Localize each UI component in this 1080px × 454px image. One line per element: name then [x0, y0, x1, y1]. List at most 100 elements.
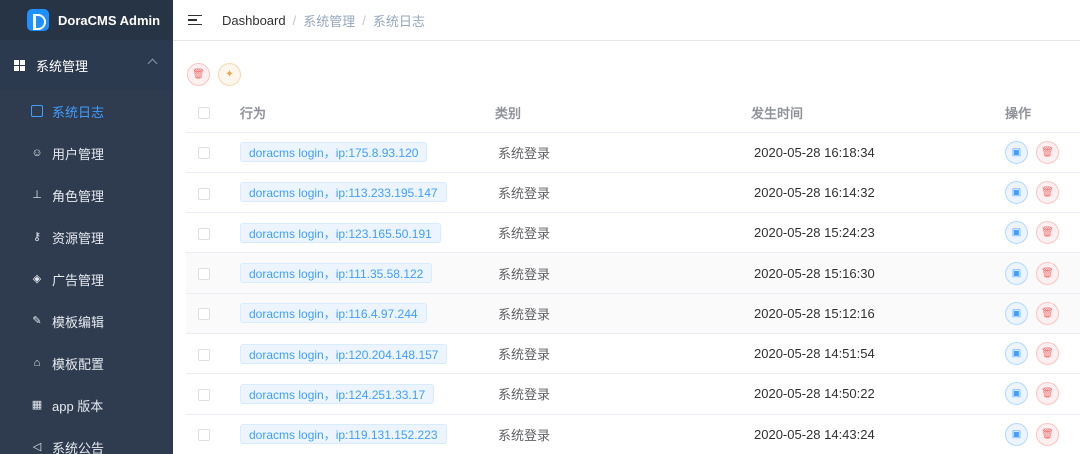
- row-actions: ▣ 🗑: [1005, 382, 1080, 406]
- row-checkbox[interactable]: [198, 388, 210, 401]
- broom-icon: ✦: [225, 69, 234, 80]
- time-cell: 2020-05-28 14:43:24: [751, 414, 1005, 454]
- delete-button[interactable]: 🗑: [1036, 342, 1059, 366]
- sidebar-item[interactable]: ⚷ 资源管理: [0, 216, 173, 258]
- toolbar: 🗑 ✦: [187, 63, 241, 86]
- category-cell: 系统登录: [495, 252, 751, 294]
- shirt-icon: ⌂: [33, 357, 41, 369]
- trash-icon: 🗑: [1041, 227, 1054, 239]
- row-checkbox[interactable]: [198, 268, 210, 281]
- view-button[interactable]: ▣: [1005, 422, 1028, 446]
- image-icon: ▣: [1011, 267, 1022, 279]
- time-cell: 2020-05-28 15:24:23: [751, 212, 1005, 254]
- action-tag: doracms login，ip:116.4.97.244: [240, 303, 427, 324]
- delete-button[interactable]: 🗑: [1036, 382, 1059, 406]
- sidebar-item[interactable]: ⌂ 模板配置: [0, 342, 173, 384]
- breadcrumb-dashboard[interactable]: Dashboard: [222, 13, 286, 28]
- view-button[interactable]: ▣: [1005, 261, 1028, 285]
- sidebar-item[interactable]: 系统日志: [0, 90, 173, 132]
- key-icon: ⚷: [32, 231, 42, 243]
- sidebar-item[interactable]: ◈ 广告管理: [0, 258, 173, 300]
- chevron-up-icon: [147, 58, 158, 69]
- time-cell: 2020-05-28 16:18:34: [751, 132, 1005, 173]
- row-checkbox[interactable]: [198, 348, 210, 361]
- sidebar-item-label: 系统公告: [52, 440, 105, 454]
- sidebar-item-label: 角色管理: [52, 188, 105, 204]
- action-tag: doracms login，ip:124.251.33.17: [240, 383, 435, 404]
- row-actions: ▣ 🗑: [1005, 342, 1080, 366]
- image-icon: ▣: [1011, 146, 1022, 158]
- table-row: doracms login，ip:111.35.58.122 系统登录 2020-0…: [186, 252, 1080, 294]
- delete-button[interactable]: 🗑: [1036, 261, 1059, 285]
- hierarchy-icon: ⊥: [32, 189, 42, 201]
- collapse-menu-icon[interactable]: [188, 14, 202, 26]
- view-button[interactable]: ▣: [1005, 221, 1028, 245]
- delete-button[interactable]: 🗑: [1036, 140, 1059, 164]
- trash-icon: 🗑: [1041, 348, 1054, 360]
- time-cell: 2020-05-28 16:14:32: [751, 172, 1005, 214]
- delete-button[interactable]: 🗑: [1036, 422, 1059, 446]
- row-checkbox[interactable]: [198, 227, 210, 240]
- action-tag: doracms login，ip:175.8.93.120: [240, 142, 428, 163]
- view-button[interactable]: ▣: [1005, 342, 1028, 366]
- doracms-logo-icon: [27, 9, 49, 31]
- topbar: Dashboard / 系统管理 / 系统日志: [173, 0, 1080, 41]
- row-checkbox[interactable]: [198, 147, 210, 160]
- sidebar-item[interactable]: ◁ 系统公告: [0, 426, 173, 454]
- row-checkbox[interactable]: [198, 187, 210, 200]
- select-all-checkbox[interactable]: [198, 107, 210, 120]
- action-tag: doracms login，ip:120.204.148.157: [240, 343, 448, 364]
- clear-all-button[interactable]: ✦: [218, 63, 241, 86]
- header-category: 类别: [495, 93, 751, 133]
- table-row: doracms login，ip:120.204.148.157 系统登录 2020…: [186, 333, 1080, 375]
- view-button[interactable]: ▣: [1005, 140, 1028, 164]
- grid-icon: ▦: [31, 399, 43, 411]
- batch-delete-button[interactable]: 🗑: [187, 63, 210, 86]
- breadcrumb-system-management: 系统管理: [303, 13, 356, 29]
- log-table: 行为 类别 发生时间 操作 doracms login，ip:175.8.93.…: [186, 93, 1080, 454]
- table-row: doracms login，ip:113.233.195.147 系统登录 2020…: [186, 172, 1080, 214]
- sidebar-item[interactable]: ▦ app 版本: [0, 384, 173, 426]
- tag-icon: ◈: [32, 273, 42, 285]
- trash-icon: 🗑: [1041, 428, 1054, 440]
- image-icon: ▣: [1011, 227, 1022, 239]
- trash-icon: 🗑: [192, 69, 205, 80]
- time-cell: 2020-05-28 14:50:22: [751, 373, 1005, 415]
- action-tag: doracms login，ip:111.35.58.122: [240, 263, 433, 284]
- breadcrumb-separator: /: [292, 12, 297, 28]
- category-cell: 系统登录: [495, 212, 751, 254]
- image-icon: ▣: [1011, 348, 1022, 360]
- sidebar-item[interactable]: ⊥ 角色管理: [0, 174, 173, 216]
- sidebar-item-label: 模板配置: [52, 356, 105, 372]
- category-cell: 系统登录: [495, 172, 751, 214]
- sidebar-item[interactable]: ✎ 模板编辑: [0, 300, 173, 342]
- view-button[interactable]: ▣: [1005, 180, 1028, 204]
- user-icon: ☺: [31, 147, 43, 159]
- view-button[interactable]: ▣: [1005, 301, 1028, 325]
- sidebar-item-label: app 版本: [52, 398, 104, 414]
- menu-group-label: 系统管理: [36, 58, 89, 74]
- delete-button[interactable]: 🗑: [1036, 221, 1059, 245]
- brand[interactable]: DoraCMS Admin: [0, 0, 173, 40]
- delete-button[interactable]: 🗑: [1036, 180, 1059, 204]
- table-row: doracms login，ip:123.165.50.191 系统登录 2020-…: [186, 212, 1080, 254]
- sidebar-item[interactable]: ☺ 用户管理: [0, 132, 173, 174]
- view-button[interactable]: ▣: [1005, 382, 1028, 406]
- row-checkbox[interactable]: [198, 308, 210, 321]
- time-cell: 2020-05-28 14:51:54: [751, 333, 1005, 375]
- sidebar-item-label: 资源管理: [52, 230, 105, 246]
- menu-group-system-management[interactable]: 系统管理: [0, 40, 173, 90]
- table-header-row: 行为 类别 发生时间 操作: [186, 93, 1080, 133]
- trash-icon: 🗑: [1041, 146, 1054, 158]
- trash-icon: 🗑: [1041, 267, 1054, 279]
- edit-icon: ✎: [32, 315, 42, 327]
- row-checkbox[interactable]: [198, 429, 210, 442]
- row-actions: ▣ 🗑: [1005, 140, 1080, 164]
- table-row: doracms login，ip:175.8.93.120 系统登录 2020-05…: [186, 132, 1080, 173]
- category-cell: 系统登录: [495, 333, 751, 375]
- delete-button[interactable]: 🗑: [1036, 301, 1059, 325]
- sidebar-item-label: 系统日志: [52, 104, 105, 120]
- row-actions: ▣ 🗑: [1005, 301, 1080, 325]
- trash-icon: 🗑: [1041, 307, 1054, 319]
- action-tag: doracms login，ip:123.165.50.191: [240, 222, 441, 243]
